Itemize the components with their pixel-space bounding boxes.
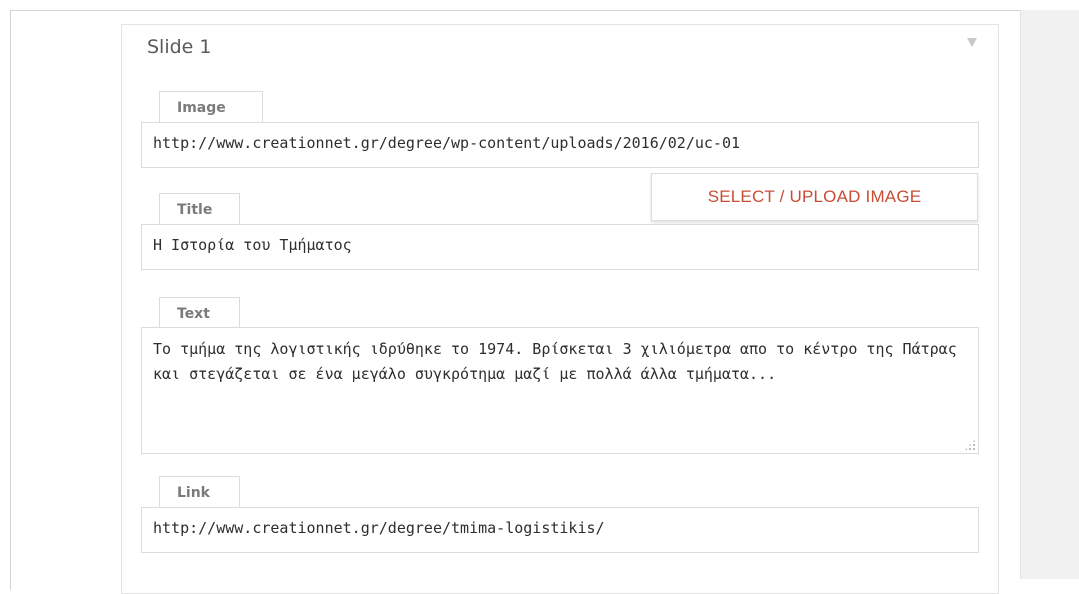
- triangle-down-icon[interactable]: [967, 38, 977, 47]
- title-label: Title: [159, 193, 240, 225]
- slide-panel: Slide 1 Image http://www.creationnet.gr/…: [121, 24, 999, 594]
- image-label: Image: [159, 91, 263, 123]
- text-label: Text: [159, 297, 240, 329]
- right-sidebar-gutter: [1020, 10, 1079, 579]
- resize-grip-icon[interactable]: [964, 439, 976, 451]
- link-input[interactable]: http://www.creationnet.gr/degree/tmima-l…: [141, 507, 979, 553]
- text-textarea[interactable]: Το τμήμα της λογιστικής ιδρύθηκε το 1974…: [141, 327, 979, 454]
- select-upload-image-button[interactable]: SELECT / UPLOAD IMAGE: [651, 173, 978, 221]
- title-input[interactable]: Η Ιστορία του Τμήματος: [141, 224, 979, 270]
- text-textarea-value: Το τμήμα της λογιστικής ιδρύθηκε το 1974…: [153, 340, 957, 383]
- image-url-input[interactable]: http://www.creationnet.gr/degree/wp-cont…: [141, 122, 979, 168]
- link-label: Link: [159, 476, 240, 508]
- slide-title: Slide 1: [147, 36, 212, 58]
